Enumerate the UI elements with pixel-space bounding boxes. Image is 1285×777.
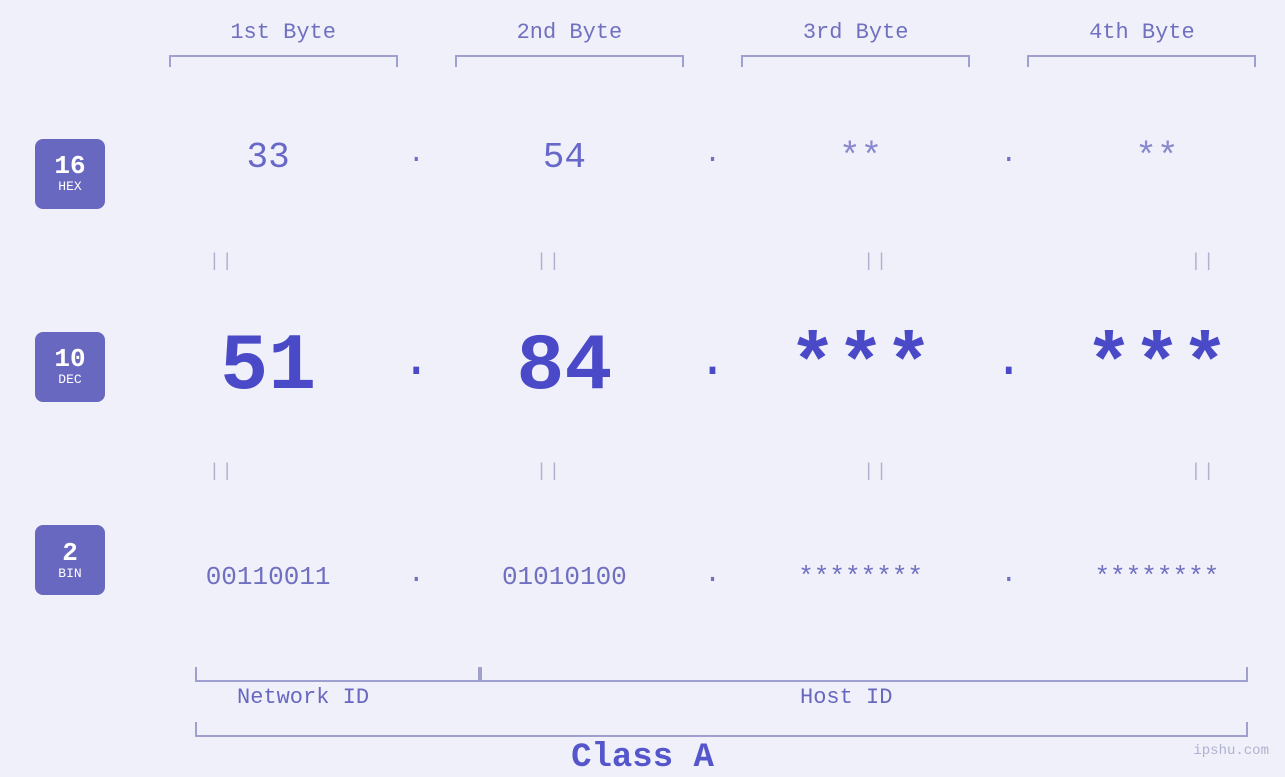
content-area: 16 HEX 10 DEC 2 BIN 33 . 54 [0,67,1285,667]
hex-badge-label: HEX [58,179,81,195]
dec-badge-label: DEC [58,372,81,388]
hex-value-1: 33 [247,137,290,178]
hex-badge-number: 16 [54,153,85,179]
bracket-line-1 [169,55,398,67]
main-container: 1st Byte 2nd Byte 3rd Byte 4th Byte 16 H… [0,0,1285,767]
bin-value-1: 00110011 [206,562,331,592]
data-columns: 33 . 54 . ** . ** || || [140,67,1285,667]
byte-header-4: 4th Byte [999,20,1285,45]
bracket-2 [426,55,712,67]
network-id-label: Network ID [237,685,369,710]
bin-dot-3: . [989,561,1029,594]
bracket-3 [713,55,999,67]
equals-1-1: || [140,252,304,272]
hex-value-3: ** [839,137,882,178]
bin-dot-2: . [693,561,733,594]
dec-dot-1: . [396,337,436,397]
bin-dot-1: . [396,561,436,594]
bracket-line-4 [1027,55,1256,67]
equals-1-4: || [1121,252,1285,272]
bin-cell-1: 00110011 [140,562,396,592]
hex-dot-1: . [396,141,436,174]
equals-2-4: || [1121,462,1285,482]
dec-value-2: 84 [516,322,612,413]
bracket-4 [999,55,1285,67]
dec-cell-3: *** [733,322,989,413]
equals-row-2: || || || || [140,457,1285,487]
bin-badge: 2 BIN [35,525,105,595]
dec-dot-3: . [989,337,1029,397]
equals-2-3: || [794,462,958,482]
bin-cell-4: ******** [1029,562,1285,592]
bin-value-3: ******** [798,562,923,592]
equals-2-2: || [467,462,631,482]
bin-value-2: 01010100 [502,562,627,592]
top-brackets [140,55,1285,67]
hex-row: 33 . 54 . ** . ** [140,67,1285,247]
bin-cell-2: 01010100 [436,562,692,592]
watermark: ipshu.com [1193,743,1269,759]
dec-badge-number: 10 [54,346,85,372]
dec-value-4: *** [1085,322,1229,413]
hex-dot-2: . [693,141,733,174]
host-id-label: Host ID [800,685,892,710]
equals-row-1: || || || || [140,247,1285,277]
dec-badge: 10 DEC [35,332,105,402]
equals-1-2: || [467,252,631,272]
byte-headers: 1st Byte 2nd Byte 3rd Byte 4th Byte [140,0,1285,55]
network-bracket [195,667,480,682]
bin-row: 00110011 . 01010100 . ******** . *******… [140,487,1285,667]
full-bracket [195,722,1248,737]
hex-badge: 16 HEX [35,139,105,209]
bottom-section: Network ID Host ID Class A [0,667,1285,767]
bracket-line-3 [741,55,970,67]
equals-1-3: || [794,252,958,272]
dec-dot-2: . [693,337,733,397]
badges-column: 16 HEX 10 DEC 2 BIN [0,67,140,667]
hex-cell-1: 33 [140,137,396,178]
dec-row: 51 . 84 . *** . *** [140,277,1285,457]
bin-badge-label: BIN [58,566,81,582]
bracket-1 [140,55,426,67]
hex-cell-3: ** [733,137,989,178]
byte-header-1: 1st Byte [140,20,426,45]
dec-cell-4: *** [1029,322,1285,413]
hex-value-2: 54 [543,137,586,178]
bracket-line-2 [455,55,684,67]
bin-badge-number: 2 [62,540,78,566]
class-a-label: Class A [571,739,714,777]
dec-cell-1: 51 [140,322,396,413]
hex-dot-3: . [989,141,1029,174]
byte-header-3: 3rd Byte [713,20,999,45]
dec-value-3: *** [789,322,933,413]
dec-value-1: 51 [220,322,316,413]
host-bracket [480,667,1248,682]
hex-cell-2: 54 [436,137,692,178]
byte-header-2: 2nd Byte [426,20,712,45]
hex-cell-4: ** [1029,137,1285,178]
equals-2-1: || [140,462,304,482]
dec-cell-2: 84 [436,322,692,413]
bin-value-4: ******** [1094,562,1219,592]
bin-cell-3: ******** [733,562,989,592]
hex-value-4: ** [1135,137,1178,178]
